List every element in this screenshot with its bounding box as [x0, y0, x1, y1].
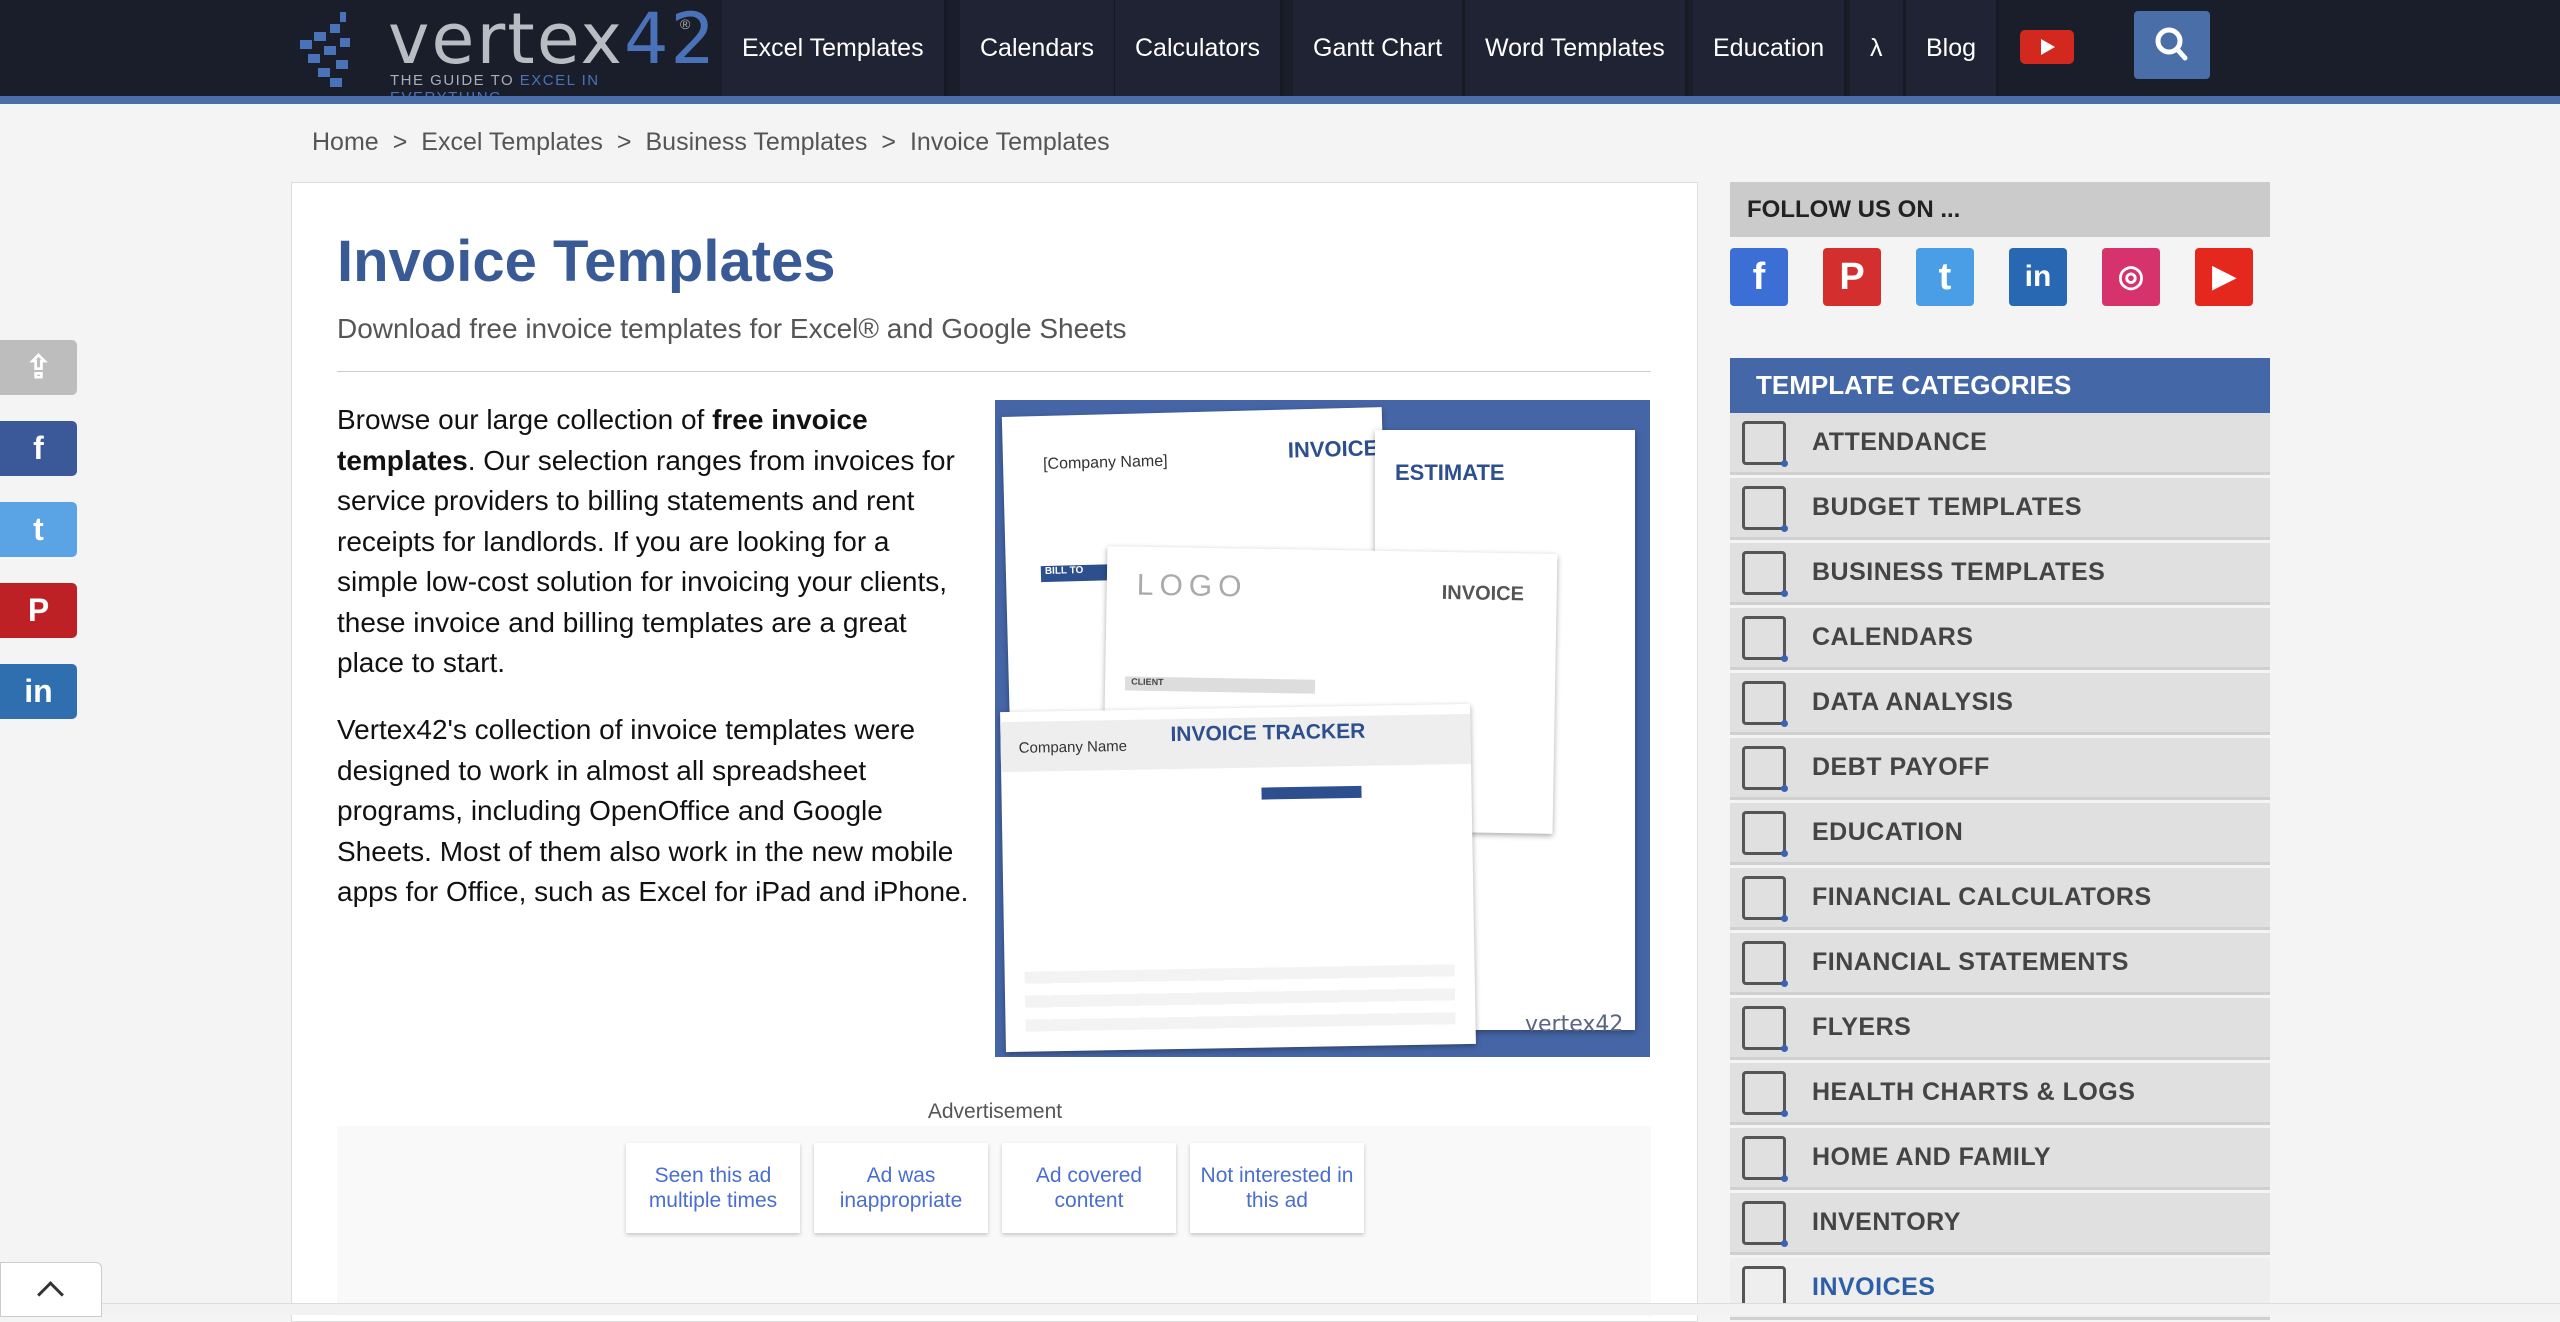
breadcrumb: Home > Excel Templates > Business Templates >…: [312, 128, 1124, 157]
facebook-icon[interactable]: f: [1730, 248, 1788, 306]
breadcrumb-link[interactable]: Business Templates: [645, 128, 867, 156]
category-item[interactable]: BUSINESS TEMPLATES: [1730, 543, 2270, 605]
category-label: CALENDARS: [1812, 623, 1974, 651]
category-item[interactable]: DATA ANALYSIS: [1730, 673, 2270, 735]
follow-us-header: FOLLOW US ON ...: [1730, 182, 2270, 237]
category-label: HOME AND FAMILY: [1812, 1143, 2051, 1171]
category-item[interactable]: DEBT PAYOFF: [1730, 738, 2270, 800]
ad-area: [337, 1126, 1651, 1316]
divider: [337, 371, 1651, 372]
linkedin-icon[interactable]: in: [2009, 248, 2067, 306]
category-item[interactable]: HOME AND FAMILY: [1730, 1128, 2270, 1190]
breadcrumb-link[interactable]: Home: [312, 128, 379, 156]
pinterest-share-button[interactable]: P: [0, 583, 77, 638]
data-analysis-icon: [1742, 680, 1788, 727]
category-item[interactable]: CALENDARS: [1730, 608, 2270, 670]
nav-item[interactable]: λ: [1850, 0, 1906, 96]
breadcrumb-link[interactable]: Excel Templates: [421, 128, 603, 156]
category-label: FLYERS: [1812, 1013, 1912, 1041]
category-label: BUSINESS TEMPLATES: [1812, 558, 2106, 586]
compatibility-paragraph: Vertex42's collection of invoice templat…: [337, 714, 969, 907]
scroll-to-top-button[interactable]: [0, 1262, 102, 1317]
home-and-family-icon: [1742, 1135, 1788, 1182]
linkedin-share-button[interactable]: in: [0, 664, 77, 719]
nav-item[interactable]: Calendars: [960, 0, 1117, 96]
inventory-icon: [1742, 1200, 1788, 1247]
youtube-icon[interactable]: ▶: [2195, 248, 2253, 306]
search-button[interactable]: [2134, 11, 2210, 79]
pinterest-icon[interactable]: P: [1823, 248, 1881, 306]
budget-templates-icon: [1742, 485, 1788, 532]
category-item[interactable]: BUDGET TEMPLATES: [1730, 478, 2270, 540]
search-icon: [2155, 27, 2188, 61]
bottom-bar: [0, 1303, 2560, 1315]
nav-item[interactable]: Word Templates: [1465, 0, 1688, 96]
category-item[interactable]: EDUCATION: [1730, 803, 2270, 865]
breadcrumb-separator: >: [881, 128, 896, 156]
category-label: FINANCIAL CALCULATORS: [1812, 883, 2152, 911]
breadcrumb-separator: >: [616, 128, 632, 156]
category-item[interactable]: FINANCIAL CALCULATORS: [1730, 868, 2270, 930]
page-title: Invoice Templates: [337, 229, 836, 294]
nav-item[interactable]: Blog: [1906, 0, 2000, 96]
vertex42-logo[interactable]: vertex42 ® THE GUIDE TO EXCEL IN EVERYTH…: [296, 0, 715, 106]
instagram-icon[interactable]: ◎: [2102, 248, 2160, 306]
top-nav: vertex42 ® THE GUIDE TO EXCEL IN EVERYTH…: [0, 0, 2560, 106]
nav-item[interactable]: Excel Templates: [722, 0, 947, 96]
category-item[interactable]: INVENTORY: [1730, 1193, 2270, 1255]
category-item[interactable]: FINANCIAL STATEMENTS: [1730, 933, 2270, 995]
youtube-icon[interactable]: [2020, 30, 2074, 64]
financial-calculators-icon: [1742, 875, 1788, 922]
health-charts-logs-icon: [1742, 1070, 1788, 1117]
ad-feedback-button[interactable]: Not interested in this ad: [1190, 1143, 1364, 1233]
logo-mark-icon: [300, 12, 350, 87]
ad-feedback-button[interactable]: Seen this ad multiple times: [626, 1143, 800, 1233]
category-label: BUDGET TEMPLATES: [1812, 493, 2083, 521]
category-item[interactable]: HEALTH CHARTS & LOGS: [1730, 1063, 2270, 1125]
category-label: HEALTH CHARTS & LOGS: [1812, 1078, 2136, 1106]
business-templates-icon: [1742, 550, 1788, 597]
financial-statements-icon: [1742, 940, 1788, 987]
share-share-button[interactable]: ⇪: [0, 340, 77, 395]
nav-item[interactable]: Gantt Chart: [1293, 0, 1466, 96]
flyers-icon: [1742, 1005, 1788, 1052]
nav-item[interactable]: Education: [1693, 0, 1848, 96]
category-label: INVOICES: [1812, 1273, 1936, 1301]
breadcrumb-separator: >: [392, 128, 408, 156]
category-label: DATA ANALYSIS: [1812, 688, 2014, 716]
nav-item[interactable]: Calculators: [1115, 0, 1284, 96]
ad-feedback-button[interactable]: Ad covered content: [1002, 1143, 1176, 1233]
debt-payoff-icon: [1742, 745, 1788, 792]
category-item[interactable]: ATTENDANCE: [1730, 413, 2270, 475]
page-subtitle: Download free invoice templates for Exce…: [337, 313, 1127, 344]
intro-paragraph: Browse our large collection of free invo…: [337, 404, 955, 678]
category-item[interactable]: FLYERS: [1730, 998, 2270, 1060]
template-categories-header: TEMPLATE CATEGORIES: [1730, 358, 2270, 413]
category-label: ATTENDANCE: [1812, 428, 1988, 456]
education-icon: [1742, 810, 1788, 857]
breadcrumb-link[interactable]: Invoice Templates: [910, 128, 1110, 156]
attendance-icon: [1742, 420, 1788, 467]
category-label: INVENTORY: [1812, 1208, 1961, 1236]
category-label: EDUCATION: [1812, 818, 1964, 846]
category-label: DEBT PAYOFF: [1812, 753, 1990, 781]
ad-feedback-button[interactable]: Ad was inappropriate: [814, 1143, 988, 1233]
category-label: FINANCIAL STATEMENTS: [1812, 948, 2129, 976]
nav-accent-stripe: [0, 96, 2560, 104]
twitter-share-button[interactable]: t: [0, 502, 77, 557]
facebook-share-button[interactable]: f: [0, 421, 77, 476]
twitter-icon[interactable]: t: [1916, 248, 1974, 306]
advertisement-label: Advertisement: [927, 1100, 1063, 1123]
calendars-icon: [1742, 615, 1788, 662]
invoice-templates-image[interactable]: [Company Name] INVOICE BILL TO ESTIMATE …: [995, 400, 1650, 1057]
